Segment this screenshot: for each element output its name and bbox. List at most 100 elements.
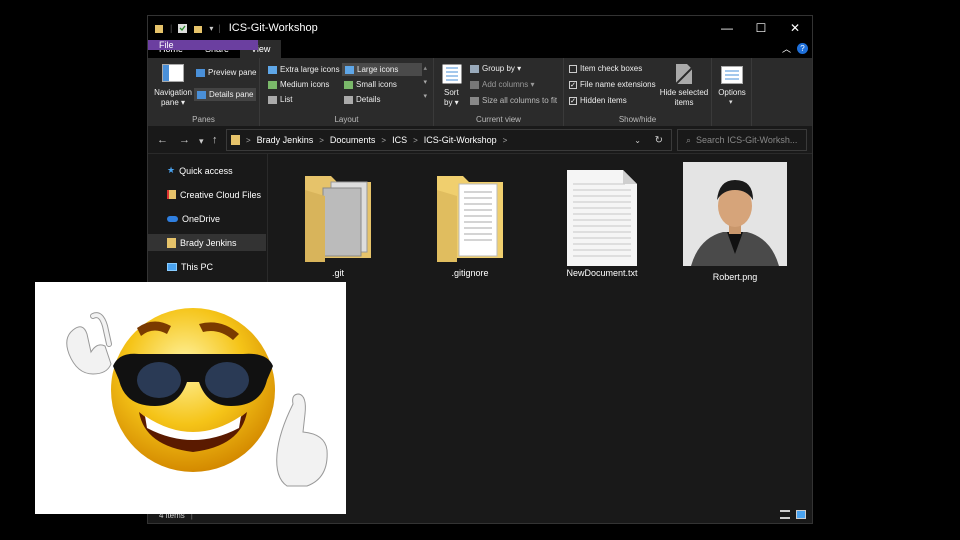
item-check-boxes-toggle[interactable]: Item check boxes (569, 64, 642, 73)
sidebar-item-creative-cloud-files[interactable]: Creative Cloud Files (148, 186, 266, 203)
folder-document-icon (437, 176, 503, 262)
details-pane-icon (197, 90, 206, 99)
quick-access-toolbar: | ▾ | (148, 23, 221, 34)
back-arrow-icon[interactable]: ← (157, 134, 168, 146)
creative-cloud-folder-icon (167, 190, 176, 199)
file-item-newdocument-txt[interactable]: NewDocument.txt (547, 170, 657, 278)
address-bar-row: ← → ▾ ↑ > Brady Jenkins > Documents > IC… (148, 126, 812, 154)
large-icons-view-icon[interactable] (796, 510, 806, 519)
hidden-items-checkbox[interactable]: ✓ (569, 96, 577, 105)
file-name-extensions-checkbox[interactable]: ✓ (569, 80, 577, 89)
breadcrumb-separator-icon[interactable]: > (319, 136, 324, 145)
forward-arrow-icon[interactable]: → (179, 134, 190, 146)
navigation-pane-button-label-2[interactable]: pane ▾ (153, 98, 193, 107)
preview-pane-button[interactable]: Preview pane (196, 68, 256, 77)
layout-list[interactable]: List (268, 95, 292, 104)
ribbon-tabs: File Home Share View ︿ ? (148, 40, 812, 58)
layout-group: Extra large icons Large icons Medium ico… (260, 58, 434, 126)
breadcrumb-ics[interactable]: ICS (392, 135, 407, 145)
hide-selected-items-button-label-2[interactable]: items (659, 98, 709, 107)
maximize-button[interactable]: ☐ (744, 16, 778, 40)
up-arrow-icon[interactable]: ↑ (212, 134, 218, 146)
file-item-gitignore[interactable]: .gitignore (415, 170, 525, 278)
size-columns-button[interactable]: Size all columns to fit (470, 96, 557, 105)
navigation-pane-button[interactable]: Navigation (153, 88, 193, 97)
sidebar-item-quick-access[interactable]: ★ Quick access (148, 162, 266, 179)
close-button[interactable]: ✕ (778, 16, 812, 40)
file-item-robert-png[interactable]: Robert.png (680, 162, 790, 282)
address-bar[interactable]: > Brady Jenkins > Documents > ICS > ICS-… (226, 129, 672, 151)
item-check-boxes-checkbox[interactable] (569, 64, 577, 73)
breadcrumb-separator-icon[interactable]: > (381, 136, 386, 145)
layout-more-icon[interactable]: ▾ (423, 92, 427, 100)
sort-by-icon[interactable] (442, 64, 462, 84)
cloud-icon (167, 215, 178, 222)
options-button[interactable]: Options (714, 88, 750, 97)
folder-icon (305, 176, 371, 262)
options-dropdown-icon[interactable]: ▾ (729, 98, 733, 106)
hide-selected-items-button[interactable]: Hide selected (659, 88, 709, 97)
tab-file[interactable]: File (148, 40, 258, 50)
sidebar-item-onedrive[interactable]: OneDrive (148, 210, 266, 227)
breadcrumb-separator-icon[interactable]: > (503, 136, 508, 145)
window-controls: — ☐ ✕ (710, 16, 812, 40)
new-folder-icon[interactable] (193, 23, 204, 34)
layout-group-label: Layout (334, 115, 359, 124)
breadcrumb-ics-git-workshop[interactable]: ICS-Git-Workshop (424, 135, 497, 145)
file-name: Robert.png (712, 272, 758, 282)
add-columns-icon (470, 80, 479, 89)
layout-scroll-up-icon[interactable]: ▴ (423, 64, 427, 72)
sunglasses-emoji-image (35, 282, 346, 514)
breadcrumb-separator-icon[interactable]: > (246, 136, 251, 145)
add-columns-button[interactable]: Add columns ▾ (470, 80, 534, 89)
current-view-group: Sort by ▾ Group by ▾ Add columns ▾ Size … (434, 58, 564, 126)
panes-group: Navigation pane ▾ Preview pane Details p… (148, 58, 260, 126)
sidebar-item-this-pc[interactable]: This PC (148, 258, 266, 275)
file-name-extensions-toggle[interactable]: ✓ File name extensions (569, 80, 656, 89)
panes-group-label: Panes (192, 115, 215, 124)
search-input[interactable]: ⌕ Search ICS-Git-Worksh... (677, 129, 807, 151)
group-by-button[interactable]: Group by ▾ (470, 64, 521, 73)
current-view-group-label: Current view (476, 115, 521, 124)
properties-icon[interactable] (177, 23, 188, 34)
options-icon[interactable] (721, 66, 743, 84)
layout-medium-icons[interactable]: Medium icons (268, 80, 329, 89)
image-thumbnail-person-photo (683, 162, 787, 266)
folder-icon (155, 24, 163, 33)
layout-scroll-down-icon[interactable]: ▾ (423, 78, 427, 86)
file-name: .git (331, 268, 344, 278)
minimize-button[interactable]: — (710, 16, 744, 40)
large-icons-icon (345, 65, 354, 74)
layout-large-icons[interactable]: Large icons (342, 63, 423, 76)
layout-extra-large-icons[interactable]: Extra large icons (268, 65, 340, 74)
navigation-pane-icon[interactable] (162, 64, 184, 82)
hide-selected-items-icon[interactable] (676, 64, 692, 84)
recent-locations-chevron-icon[interactable]: ▾ (199, 136, 204, 147)
show-hide-group-label: Show/hide (618, 115, 657, 124)
sort-by-button[interactable]: Sort (444, 88, 459, 97)
sort-by-button-label-2[interactable]: by ▾ (444, 98, 459, 107)
details-pane-button[interactable]: Details pane (194, 88, 257, 101)
text-document-icon (567, 170, 637, 266)
layout-details[interactable]: Details (344, 95, 380, 104)
star-icon: ★ (167, 165, 176, 175)
breadcrumb-separator-icon[interactable]: > (413, 136, 418, 145)
file-item-git[interactable]: .git (283, 170, 393, 278)
title-bar: | ▾ | ICS-Git-Workshop — ☐ ✕ (148, 16, 812, 40)
small-icons-icon (344, 80, 353, 89)
file-list: .git .gitignore NewDocument.txt Robert.p… (269, 154, 812, 509)
file-name: .gitignore (451, 268, 489, 278)
help-icon[interactable]: ? (797, 43, 808, 54)
extra-large-icons-icon (268, 65, 277, 74)
sidebar-item-brady-jenkins[interactable]: Brady Jenkins (148, 234, 266, 251)
collapse-ribbon-icon[interactable]: ︿ (782, 42, 791, 55)
hidden-items-toggle[interactable]: ✓ Hidden items (569, 96, 627, 105)
layout-small-icons[interactable]: Small icons (344, 80, 397, 89)
file-name: NewDocument.txt (566, 268, 638, 278)
refresh-icon[interactable]: ↻ (655, 135, 663, 146)
breadcrumb-documents[interactable]: Documents (330, 135, 376, 145)
address-dropdown-icon[interactable]: ⌄ (634, 136, 641, 145)
details-view-icon[interactable] (780, 510, 790, 519)
customize-qa-chevron-icon[interactable]: ▾ (209, 24, 213, 33)
breadcrumb-brady-jenkins[interactable]: Brady Jenkins (257, 135, 314, 145)
